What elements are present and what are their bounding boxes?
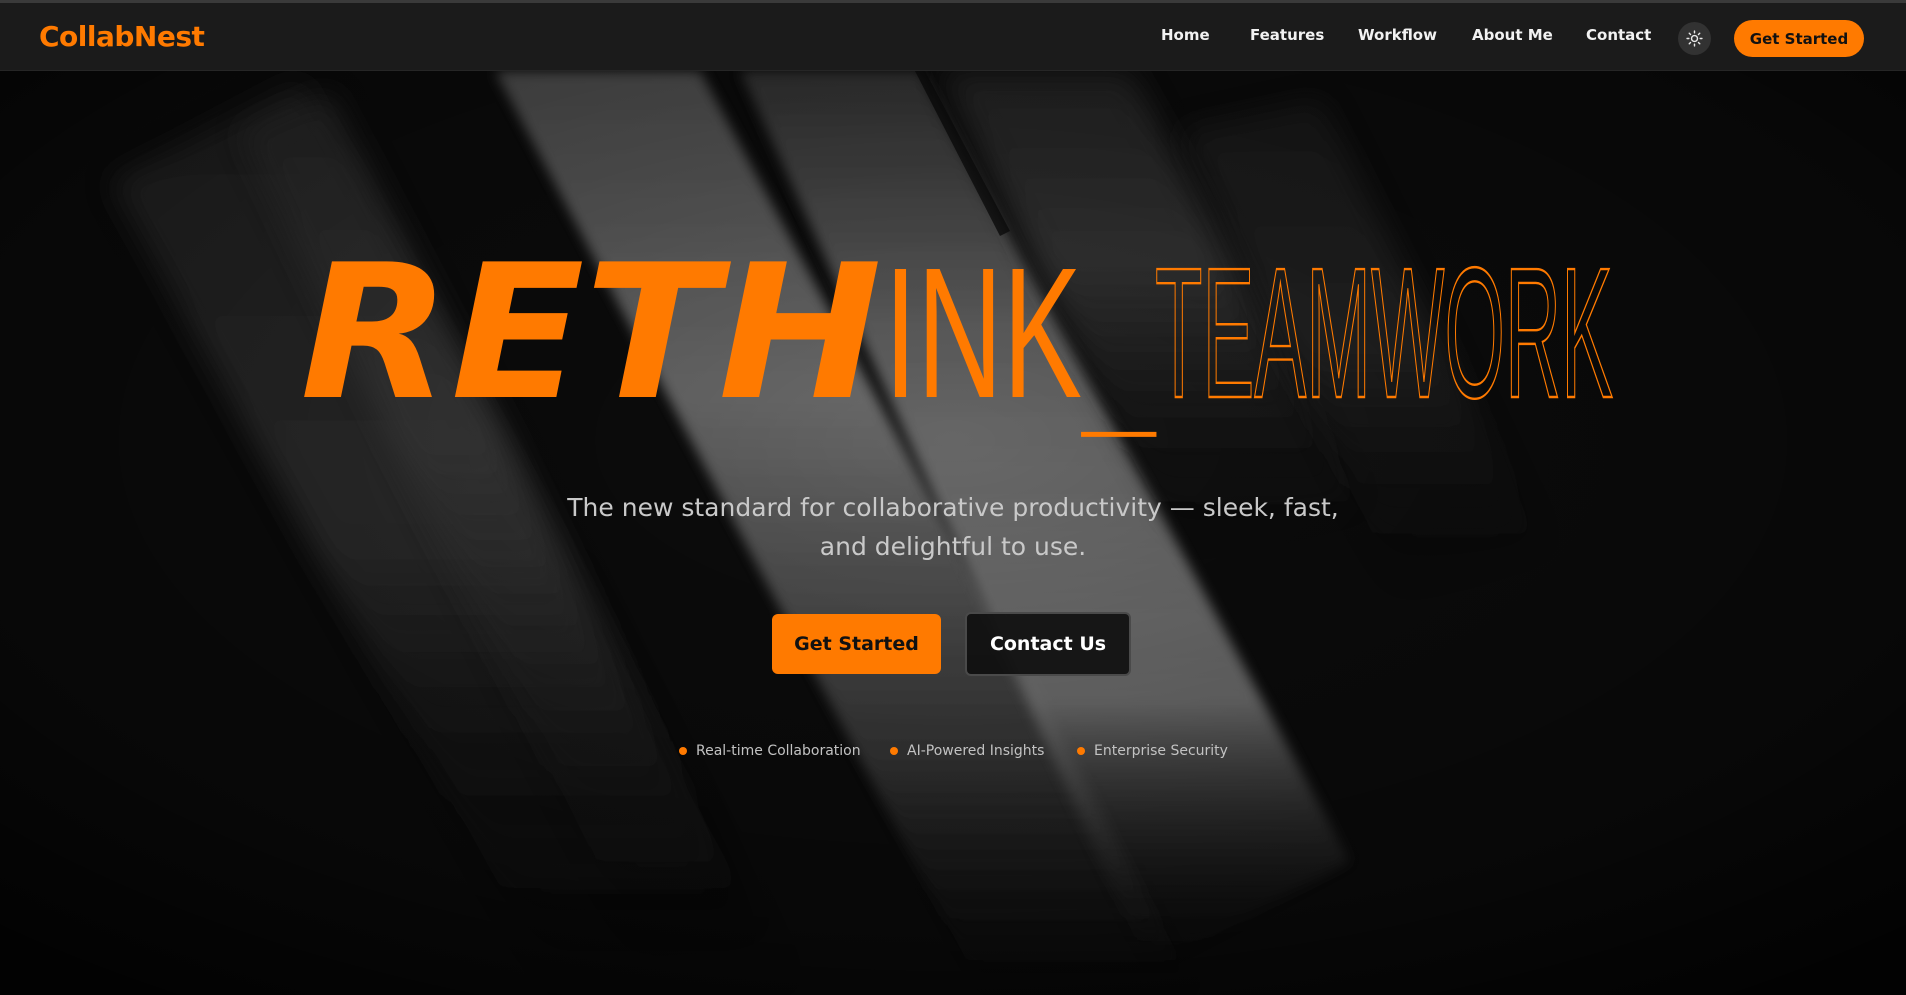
nav-link-about-me[interactable]: About Me [1472, 26, 1553, 44]
hero-contact-us-button[interactable]: Contact Us [965, 612, 1131, 676]
hero-subtitle: The new standard for collaborative produ… [567, 493, 1339, 561]
nav-links: Home Features Workflow About Me Contact [0, 3, 1906, 71]
feature-label: Real-time Collaboration [696, 743, 861, 759]
nav-link-workflow[interactable]: Workflow [1358, 26, 1437, 44]
feature-item-ai-insights: AI-Powered Insights [890, 741, 1044, 761]
sun-icon [1686, 30, 1703, 47]
hero-headline: RETH INK _ TEAMWORK [0, 224, 1906, 445]
nav-link-home[interactable]: Home [1161, 26, 1210, 44]
bullet-dot-icon [1077, 747, 1085, 755]
bullet-dot-icon [679, 747, 687, 755]
headline-condensed-text: INK [884, 230, 1082, 437]
nav-get-started-button[interactable]: Get Started [1734, 20, 1864, 57]
feature-label: AI-Powered Insights [907, 743, 1045, 759]
feature-label: Enterprise Security [1094, 743, 1228, 759]
headline-thin-text: TEAMWORK [1155, 230, 1613, 437]
nav-link-contact[interactable]: Contact [1586, 26, 1651, 44]
top-navbar: CollabNest Home Features Workflow About … [0, 0, 1906, 71]
headline-bold-text: RETH [300, 224, 882, 441]
hero-get-started-button[interactable]: Get Started [772, 614, 941, 674]
nav-link-features[interactable]: Features [1250, 26, 1324, 44]
hero-headline-graphic: RETH INK _ TEAMWORK [300, 224, 1614, 441]
feature-item-realtime: Real-time Collaboration [679, 741, 861, 761]
bullet-dot-icon [890, 747, 898, 755]
headline-separator: _ [1080, 349, 1158, 438]
landing-page: CollabNest Home Features Workflow About … [0, 0, 1906, 995]
theme-toggle-button[interactable] [1678, 22, 1711, 55]
feature-item-security: Enterprise Security [1077, 741, 1228, 761]
